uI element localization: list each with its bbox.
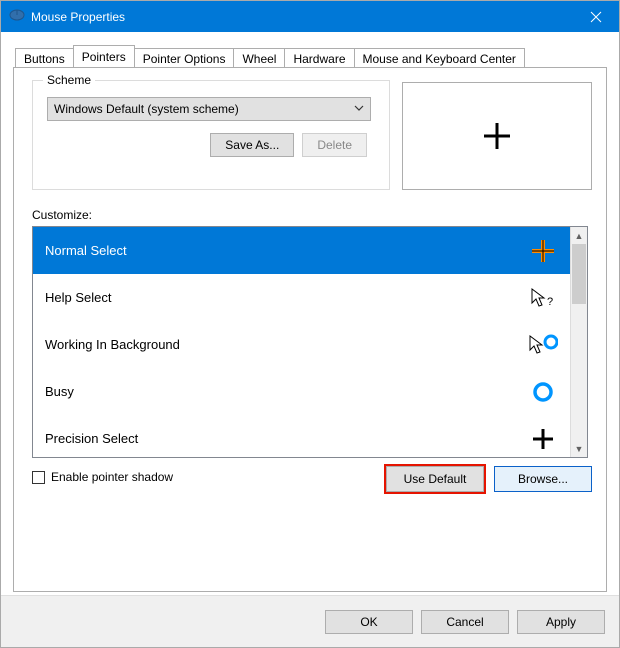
scheme-legend: Scheme: [43, 73, 95, 87]
scroll-up-icon[interactable]: ▲: [571, 227, 587, 244]
scroll-down-icon[interactable]: ▼: [571, 440, 587, 457]
dialog-footer: OK Cancel Apply: [1, 595, 619, 647]
plus-black-icon: [526, 427, 560, 451]
list-item[interactable]: Normal Select: [33, 227, 570, 274]
list-item[interactable]: Help Select?: [33, 274, 570, 321]
tab-bar: ButtonsPointersPointer OptionsWheelHardw…: [13, 44, 607, 67]
list-item-label: Normal Select: [45, 243, 526, 258]
arrow-ring-icon: [526, 334, 560, 356]
close-icon: [590, 11, 602, 23]
save-as-button[interactable]: Save As...: [210, 133, 294, 157]
list-item-label: Precision Select: [45, 431, 526, 446]
tab-pointers[interactable]: Pointers: [73, 45, 135, 67]
tab-buttons[interactable]: Buttons: [15, 48, 74, 68]
customize-label: Customize:: [32, 208, 92, 222]
titlebar: Mouse Properties: [1, 1, 619, 32]
ok-button[interactable]: OK: [325, 610, 413, 634]
mouse-icon: [9, 9, 25, 24]
cursor-listbox[interactable]: Normal Select Help Select? Working In Back…: [32, 226, 588, 458]
scheme-selected-value: Windows Default (system scheme): [54, 102, 239, 116]
tab-wheel[interactable]: Wheel: [233, 48, 285, 68]
list-item[interactable]: Working In Background: [33, 321, 570, 368]
cursor-action-buttons: Use Default Browse...: [386, 466, 592, 492]
ring-icon: [526, 381, 560, 403]
window-title: Mouse Properties: [31, 10, 573, 24]
cancel-button[interactable]: Cancel: [421, 610, 509, 634]
list-item-label: Working In Background: [45, 337, 526, 352]
chevron-down-icon: [354, 102, 364, 116]
browse-button[interactable]: Browse...: [494, 466, 592, 492]
list-item[interactable]: Busy: [33, 368, 570, 415]
tab-hardware[interactable]: Hardware: [284, 48, 354, 68]
cursor-preview-large: [402, 82, 592, 190]
use-default-button[interactable]: Use Default: [386, 466, 484, 492]
svg-text:?: ?: [547, 296, 553, 308]
dialog-content: ButtonsPointersPointer OptionsWheelHardw…: [1, 32, 619, 592]
tab-pointer-options[interactable]: Pointer Options: [134, 48, 235, 68]
tab-panel-pointers: Scheme Windows Default (system scheme) S…: [13, 67, 607, 592]
close-button[interactable]: [573, 1, 619, 32]
pointer-shadow-label: Enable pointer shadow: [51, 470, 173, 484]
tab-mouse-and-keyboard-center[interactable]: Mouse and Keyboard Center: [354, 48, 525, 68]
scrollbar[interactable]: ▲ ▼: [570, 227, 587, 457]
scroll-thumb[interactable]: [572, 244, 586, 304]
arrow-question-icon: ?: [526, 287, 560, 309]
plus-orange-icon: [526, 238, 560, 264]
checkbox-box-icon: [32, 471, 45, 484]
pointer-shadow-checkbox[interactable]: Enable pointer shadow: [32, 470, 173, 484]
delete-button: Delete: [302, 133, 367, 157]
scheme-dropdown[interactable]: Windows Default (system scheme): [47, 97, 371, 121]
scheme-group: Scheme Windows Default (system scheme) S…: [32, 80, 390, 190]
plus-icon: [480, 119, 514, 153]
apply-button[interactable]: Apply: [517, 610, 605, 634]
list-item-label: Busy: [45, 384, 526, 399]
list-item[interactable]: Precision Select: [33, 415, 570, 457]
list-item-label: Help Select: [45, 290, 526, 305]
